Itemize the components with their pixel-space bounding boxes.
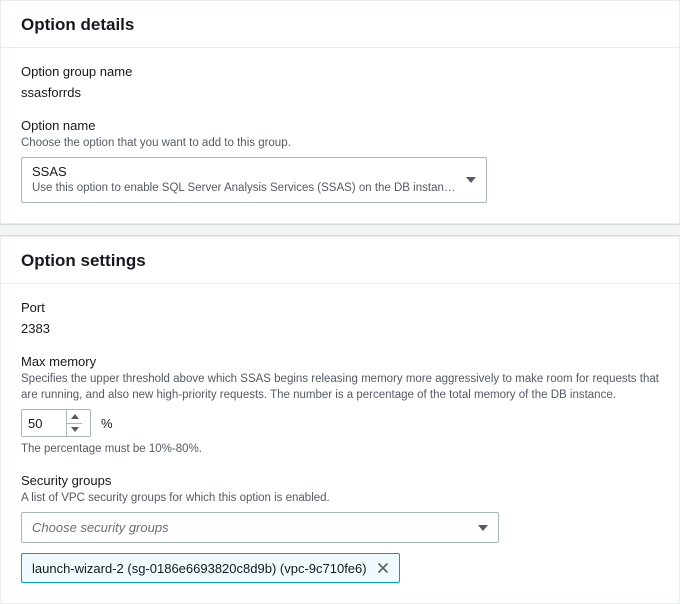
field-option-name: Option name Choose the option that you w… <box>21 118 659 203</box>
security-groups-label: Security groups <box>21 473 659 488</box>
max-memory-step-up[interactable] <box>67 410 82 423</box>
caret-down-icon <box>466 177 476 183</box>
security-groups-select[interactable]: Choose security groups <box>21 512 499 543</box>
max-memory-hint: The percentage must be 10%-80%. <box>21 443 659 455</box>
max-memory-step-down[interactable] <box>67 423 82 437</box>
chevron-up-icon <box>71 414 79 419</box>
max-memory-unit: % <box>101 416 113 431</box>
caret-down-icon <box>478 525 488 531</box>
option-settings-header: Option settings <box>1 237 679 284</box>
security-groups-desc: A list of VPC security groups for which … <box>21 490 659 506</box>
close-icon <box>377 562 389 574</box>
option-name-desc: Choose the option that you want to add t… <box>21 135 659 151</box>
panel-divider <box>0 224 680 236</box>
option-settings-body: Port 2383 Max memory Specifies the upper… <box>1 284 679 603</box>
max-memory-steppers <box>66 410 82 436</box>
option-details-header: Option details <box>1 1 679 48</box>
option-name-select-title: SSAS <box>32 164 456 181</box>
max-memory-input[interactable] <box>22 410 66 436</box>
option-name-label: Option name <box>21 118 659 133</box>
option-details-panel: Option details Option group name ssasfor… <box>0 0 680 224</box>
option-settings-title: Option settings <box>21 251 659 271</box>
max-memory-input-row: % <box>21 409 659 437</box>
chevron-down-icon <box>71 427 79 432</box>
max-memory-input-wrapper <box>21 409 91 437</box>
option-settings-panel: Option settings Port 2383 Max memory Spe… <box>0 236 680 604</box>
field-max-memory: Max memory Specifies the upper threshold… <box>21 354 659 455</box>
security-group-token-label: launch-wizard-2 (sg-0186e6693820c8d9b) (… <box>32 561 367 576</box>
security-group-token: launch-wizard-2 (sg-0186e6693820c8d9b) (… <box>21 553 400 583</box>
field-security-groups: Security groups A list of VPC security g… <box>21 473 659 583</box>
field-option-group-name: Option group name ssasforrds <box>21 64 659 100</box>
option-name-select-sub: Use this option to enable SQL Server Ana… <box>32 181 456 196</box>
max-memory-desc: Specifies the upper threshold above whic… <box>21 371 659 403</box>
option-details-body: Option group name ssasforrds Option name… <box>1 48 679 223</box>
option-group-name-label: Option group name <box>21 64 659 79</box>
option-details-title: Option details <box>21 15 659 35</box>
field-port: Port 2383 <box>21 300 659 336</box>
port-value: 2383 <box>21 321 659 336</box>
option-name-select[interactable]: SSAS Use this option to enable SQL Serve… <box>21 157 487 203</box>
security-group-token-remove[interactable] <box>375 560 391 576</box>
security-groups-placeholder: Choose security groups <box>32 520 169 535</box>
max-memory-label: Max memory <box>21 354 659 369</box>
option-group-name-value: ssasforrds <box>21 85 659 100</box>
port-label: Port <box>21 300 659 315</box>
